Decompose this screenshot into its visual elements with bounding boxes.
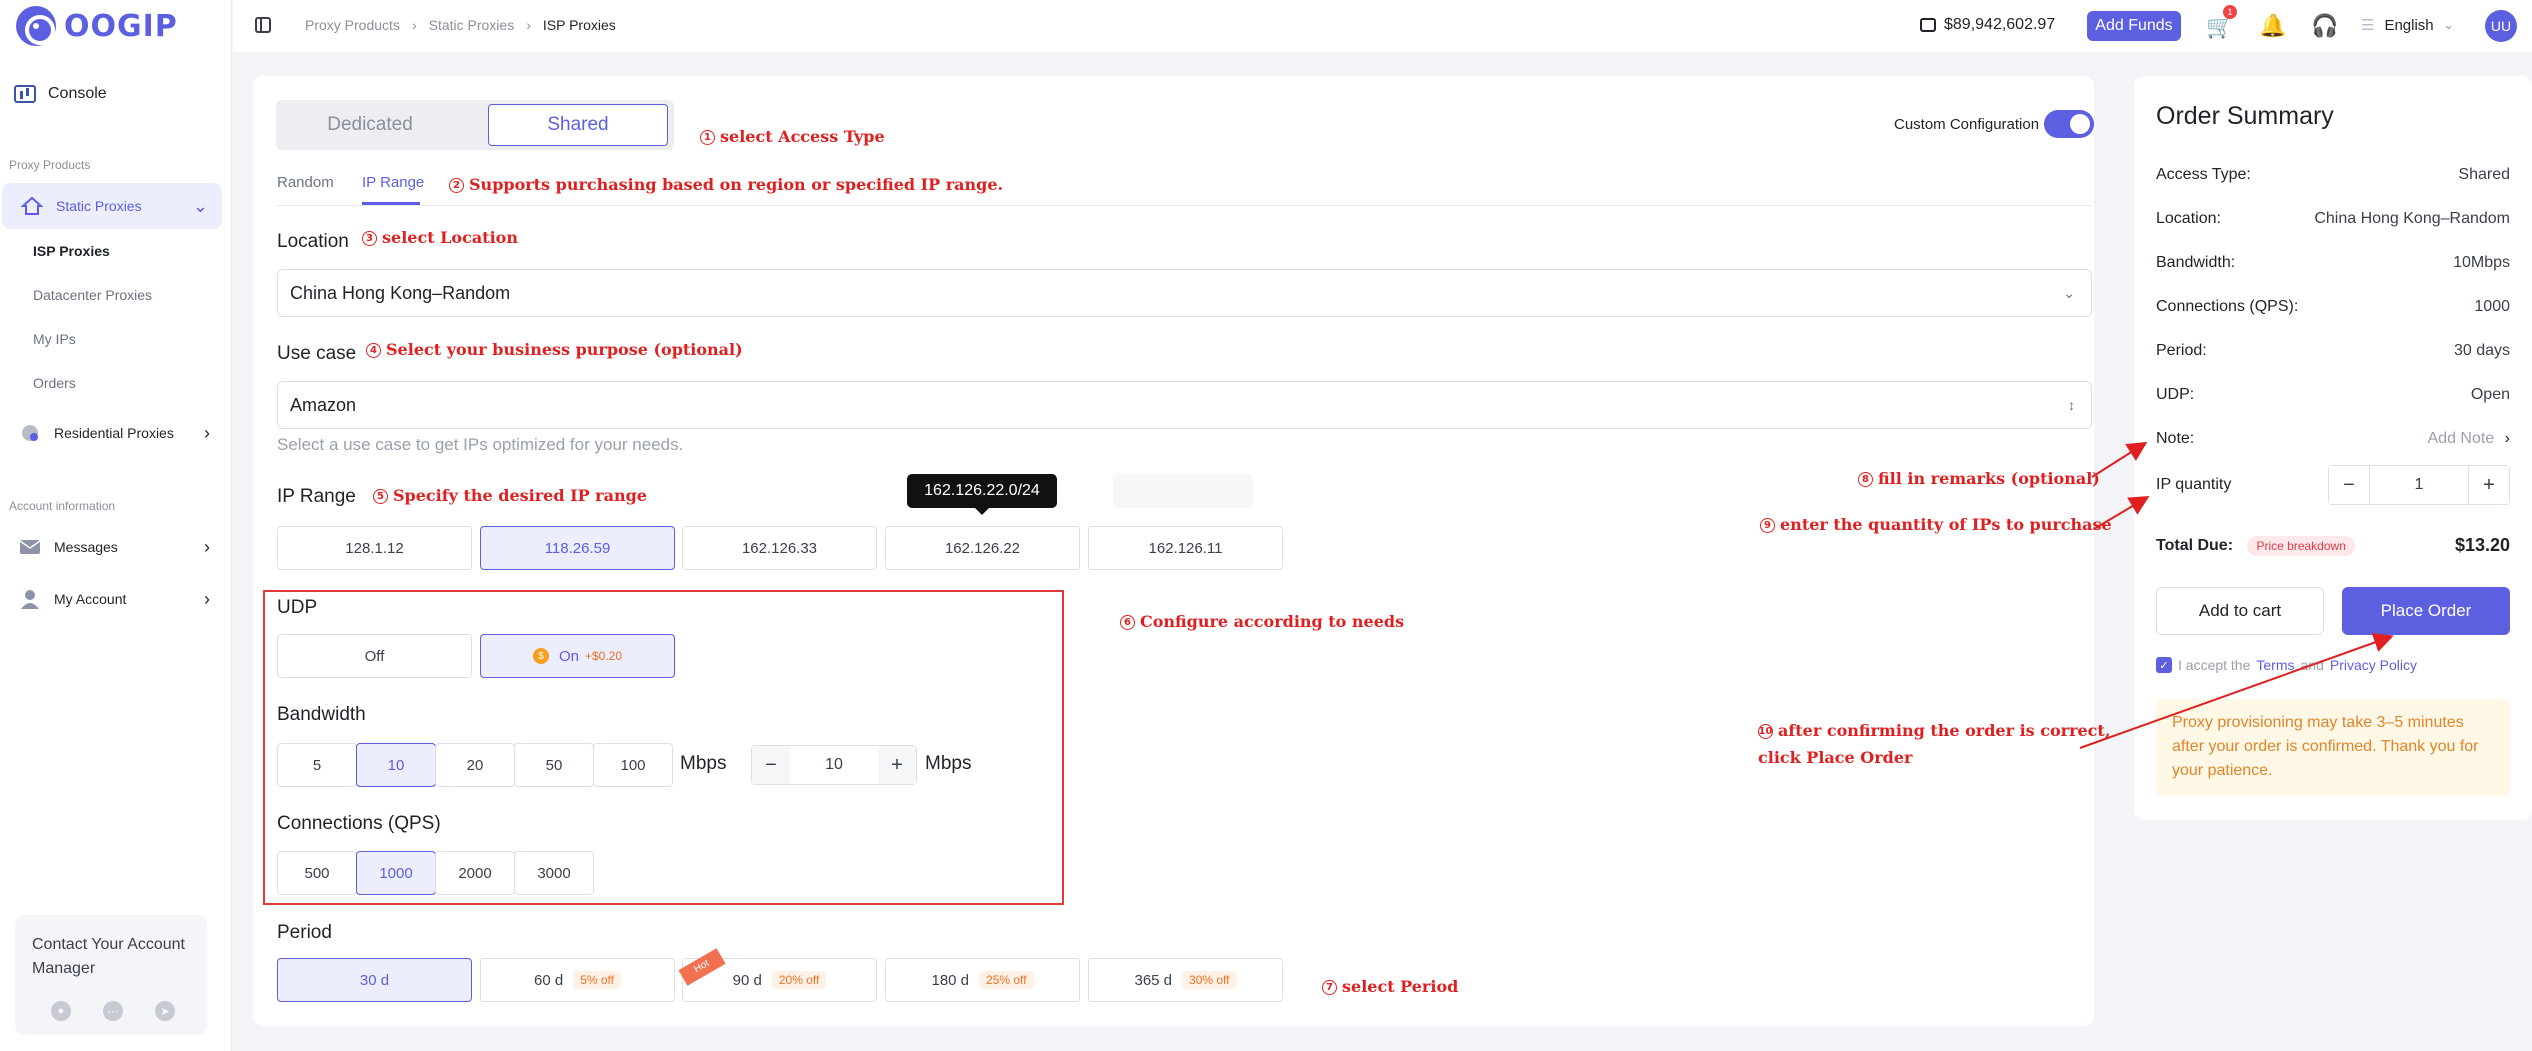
arrow-note [2091,441,2148,478]
annotation-arrows [2079,441,2394,749]
arrow-place-order [2079,632,2394,749]
arrow-quantity [2093,495,2150,530]
